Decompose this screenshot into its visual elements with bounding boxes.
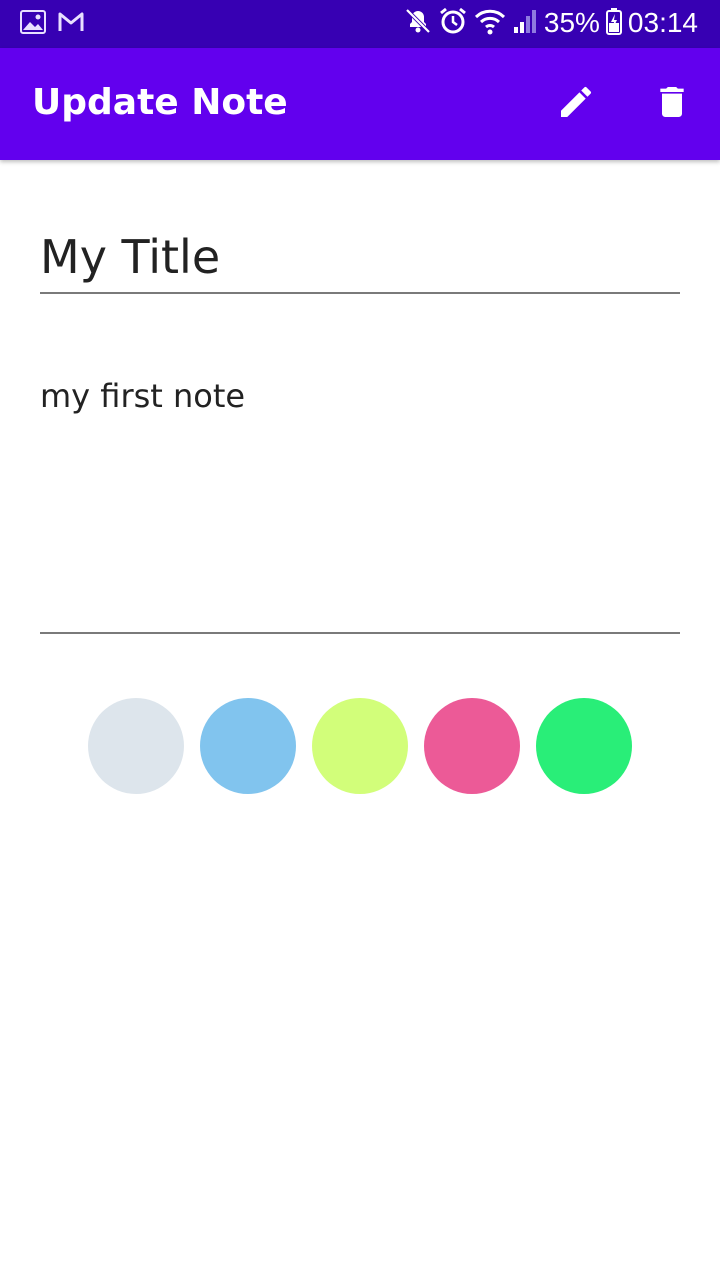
color-swatch-gray[interactable] <box>88 698 184 794</box>
wifi-icon <box>474 7 506 39</box>
page-title: Update Note <box>32 82 288 123</box>
delete-icon <box>652 80 692 128</box>
note-description-input[interactable]: my first note <box>40 372 680 634</box>
mute-icon <box>404 7 432 39</box>
color-swatch-green[interactable] <box>536 698 632 794</box>
edit-button[interactable] <box>550 78 602 130</box>
image-icon <box>20 10 46 38</box>
status-bar: 35% 03:14 <box>0 0 720 48</box>
delete-button[interactable] <box>646 78 698 130</box>
alarm-icon <box>438 6 468 40</box>
gmail-icon <box>58 10 84 38</box>
clock: 03:14 <box>627 7 698 38</box>
color-swatch-lime[interactable] <box>312 698 408 794</box>
signal-icon <box>512 7 538 39</box>
edit-icon <box>556 82 596 126</box>
note-title-input[interactable] <box>40 222 680 294</box>
color-swatch-blue[interactable] <box>200 698 296 794</box>
app-bar: Update Note <box>0 48 720 160</box>
status-bar-left <box>20 10 84 38</box>
battery-icon <box>605 7 622 39</box>
status-bar-right: 35% 03:14 <box>404 6 698 40</box>
color-swatch-pink[interactable] <box>424 698 520 794</box>
battery-percent: 35% <box>543 7 600 38</box>
